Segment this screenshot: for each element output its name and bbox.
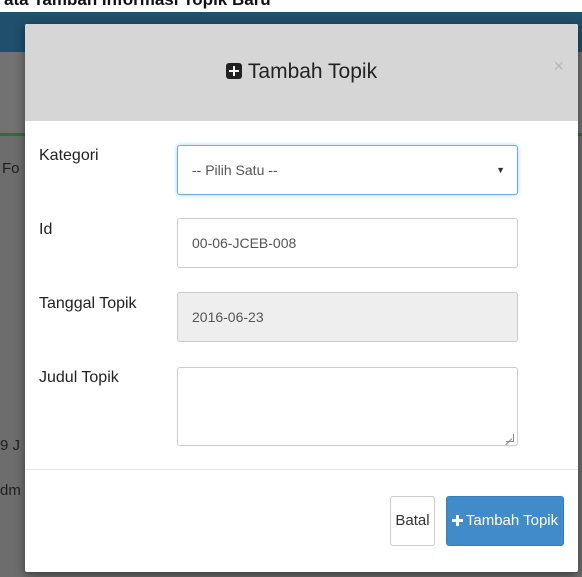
modal-footer-divider	[25, 469, 578, 470]
judul-topik-label: Judul Topik	[39, 369, 119, 386]
add-topic-button-label: Tambah Topik	[465, 512, 559, 529]
add-topic-modal: Tambah Topik × Kategori -- Pilih Satu --…	[25, 24, 578, 572]
resize-handle-icon[interactable]	[506, 434, 514, 442]
caption-text: ata Tambah Informasi Topik Baru	[4, 0, 271, 10]
background-text-fragment: Fo	[2, 160, 20, 177]
id-value: 00-06-JCEB-008	[192, 235, 297, 251]
page-caption: ata Tambah Informasi Topik Baru	[0, 0, 582, 12]
tanggal-topik-label: Tanggal Topik	[39, 295, 137, 312]
kategori-select[interactable]: -- Pilih Satu -- ▼	[177, 145, 518, 195]
plus-icon	[451, 515, 463, 526]
cancel-button-label: Batal	[395, 512, 430, 529]
kategori-label: Kategori	[39, 147, 99, 164]
background-text-fragment: dm	[0, 482, 21, 499]
add-topic-button[interactable]: Tambah Topik	[446, 496, 564, 546]
modal-title: Tambah Topik	[25, 60, 578, 84]
plus-square-icon	[225, 63, 242, 79]
id-label: Id	[39, 221, 53, 238]
kategori-selected-value: -- Pilih Satu --	[192, 162, 278, 178]
modal-title-text: Tambah Topik	[247, 60, 378, 83]
close-button[interactable]: ×	[553, 56, 564, 77]
background-text-fragment: 9 J	[0, 437, 21, 454]
judul-topik-textarea[interactable]	[177, 367, 518, 446]
cancel-button[interactable]: Batal	[390, 496, 435, 546]
tanggal-topik-value: 2016-06-23	[192, 309, 264, 325]
tanggal-topik-input: 2016-06-23	[177, 292, 518, 342]
id-input[interactable]: 00-06-JCEB-008	[177, 218, 518, 268]
caret-down-icon: ▼	[496, 165, 505, 175]
modal-header: Tambah Topik ×	[25, 24, 578, 121]
